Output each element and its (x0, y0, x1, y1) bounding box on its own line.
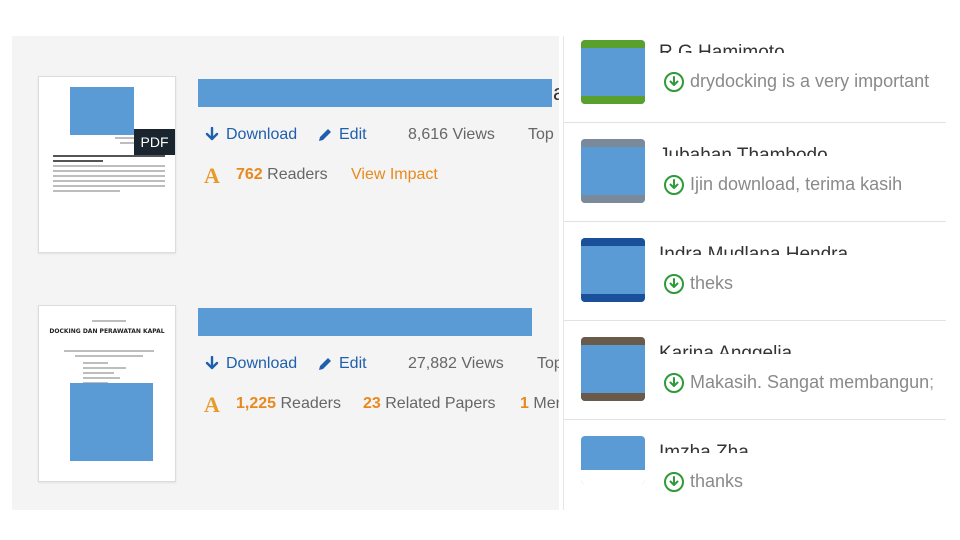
download-circle-icon (664, 471, 684, 492)
mentions-label: Men (533, 395, 559, 412)
commenter-name[interactable]: Indra Mudlana Hendra (659, 244, 848, 255)
comment-item[interactable]: Imzha Zha thanks (564, 420, 946, 510)
top-tab-truncated[interactable]: Top (537, 355, 559, 373)
download-button[interactable]: Download (204, 126, 297, 144)
download-circle-icon (664, 71, 684, 92)
comment-message: Ijin download, terima kasih (664, 174, 902, 195)
redacted-paper-title[interactable] (198, 79, 552, 107)
readers-a-icon: A (204, 392, 220, 417)
comment-item[interactable]: R.G Hamimoto drydocking is a very import… (564, 36, 946, 123)
redacted-paper-title[interactable] (198, 308, 532, 336)
view-impact-link[interactable]: View Impact (351, 166, 438, 184)
paper-title-overflow: a (553, 81, 559, 105)
views-count: 27,882 Views (408, 355, 504, 372)
comment-text: Ijin download, terima kasih (690, 174, 903, 194)
commenter-name[interactable]: Imzha Zha (659, 442, 749, 453)
download-circle-icon (664, 372, 684, 393)
readers-count: 1,225 (236, 395, 277, 412)
paper-card: DOCKING DAN PERAWATAN KAPAL Download Edi… (12, 305, 559, 505)
pencil-icon (319, 129, 331, 141)
download-arrow-icon (205, 356, 219, 370)
download-circle-icon (664, 273, 684, 294)
readers-label: Readers (280, 395, 341, 412)
comment-message: theks (664, 273, 733, 294)
commenter-name[interactable]: Karina Anggelia (659, 343, 792, 354)
comment-item[interactable]: Karina Anggelia Makasih. Sangat membangu… (564, 321, 946, 420)
comment-message: drydocking is a very important (664, 71, 929, 92)
avatar[interactable] (581, 139, 645, 203)
papers-panel: PDF a Download Edit 8,616 Views Top A 76… (12, 36, 559, 510)
comments-panel: R.G Hamimoto drydocking is a very import… (564, 36, 960, 510)
avatar[interactable] (581, 337, 645, 401)
paper-thumbnail[interactable]: DOCKING DAN PERAWATAN KAPAL (38, 305, 176, 482)
comment-message: Makasih. Sangat membangun; (664, 372, 934, 393)
readers-count: 762 (236, 166, 263, 183)
comment-text: Makasih. Sangat membangun; (690, 372, 935, 392)
mentions-count: 1 (520, 395, 529, 412)
avatar[interactable] (581, 40, 645, 104)
top-tab-truncated[interactable]: Top (528, 126, 554, 144)
paper-card: PDF a Download Edit 8,616 Views Top A 76… (12, 76, 559, 276)
avatar[interactable] (581, 436, 645, 484)
mentions-metric[interactable]: 1 Men (520, 395, 559, 413)
comment-text: thanks (690, 471, 744, 491)
readers-metric[interactable]: 1,225 Readers (236, 395, 341, 413)
readers-metric[interactable]: 762 Readers (236, 166, 328, 184)
download-arrow-icon (205, 127, 219, 141)
pencil-icon (319, 358, 331, 370)
comment-item[interactable]: Indra Mudlana Hendra theks (564, 222, 946, 321)
related-label: Related Papers (385, 395, 496, 412)
comment-item[interactable]: Jubahan Thambodo Ijin download, terima k… (564, 123, 946, 222)
views-count: 8,616 Views (408, 126, 495, 143)
avatar[interactable] (581, 238, 645, 302)
paper-thumbnail[interactable]: PDF (38, 76, 176, 253)
related-count: 23 (363, 395, 381, 412)
commenter-name[interactable]: R.G Hamimoto (659, 42, 785, 53)
readers-a-icon: A (204, 163, 220, 188)
download-circle-icon (664, 174, 684, 195)
comment-text: theks (690, 273, 734, 293)
thumbnail-title: DOCKING DAN PERAWATAN KAPAL (49, 328, 165, 335)
commenter-name[interactable]: Jubahan Thambodo (659, 145, 828, 156)
redacted-image (70, 87, 134, 135)
pdf-badge-icon: PDF (134, 129, 175, 155)
edit-label: Edit (339, 355, 367, 372)
download-label: Download (226, 126, 298, 143)
download-label: Download (226, 355, 298, 372)
redacted-image (70, 383, 153, 461)
comment-text: drydocking is a very important (690, 71, 930, 91)
related-papers-metric[interactable]: 23 Related Papers (363, 395, 496, 413)
edit-label: Edit (339, 126, 367, 143)
download-button[interactable]: Download (204, 355, 297, 373)
readers-label: Readers (267, 166, 328, 183)
edit-button[interactable]: Edit (317, 355, 367, 373)
comment-message: thanks (664, 471, 743, 492)
edit-button[interactable]: Edit (317, 126, 367, 144)
